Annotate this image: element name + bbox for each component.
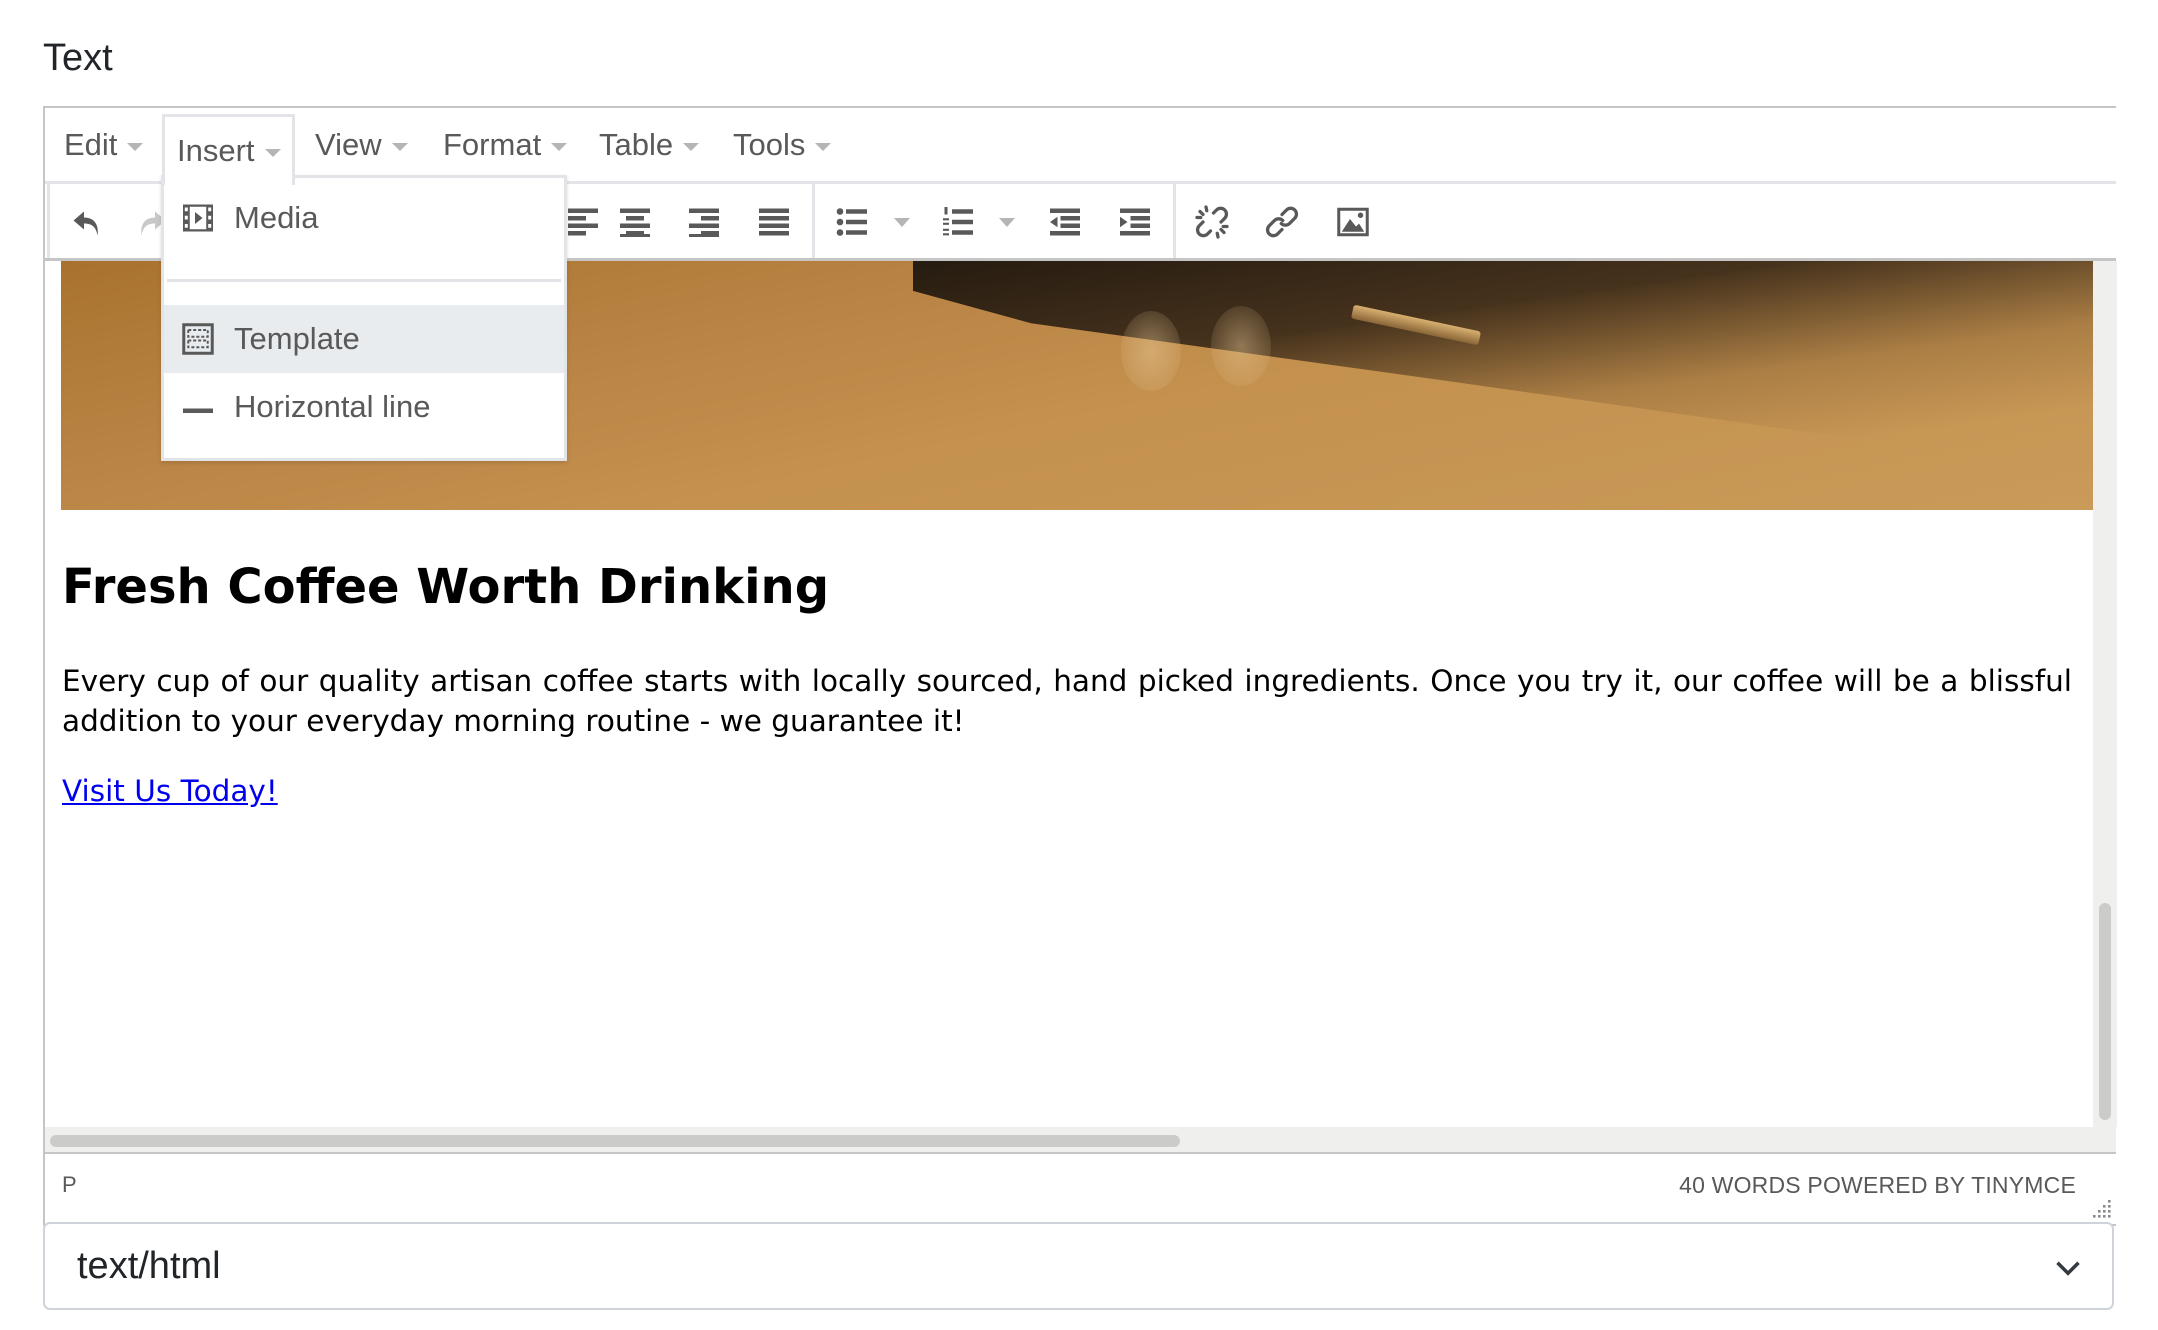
- menu-table[interactable]: Table: [587, 114, 711, 176]
- horizontal-line-icon: [180, 389, 216, 425]
- menu-item-template-label: Template: [234, 321, 360, 356]
- caret-down-icon: [551, 143, 568, 151]
- vertical-scrollbar-thumb[interactable]: [2099, 903, 2111, 1120]
- caret-down-icon: [683, 143, 700, 151]
- bullet-list-dropdown[interactable]: [894, 218, 910, 227]
- align-justify-icon: [759, 208, 789, 236]
- image-icon: [1337, 207, 1369, 237]
- align-right-icon: [689, 208, 719, 237]
- menu-view-label: View: [315, 127, 382, 162]
- menu-format[interactable]: Format: [431, 114, 579, 176]
- toolbar-separator: [812, 184, 815, 258]
- caret-down-icon: [264, 149, 281, 157]
- numbered-list-icon: [943, 207, 973, 236]
- undo-icon: [73, 211, 98, 236]
- menu-view[interactable]: View: [303, 114, 420, 176]
- outdent-button[interactable]: [1045, 202, 1085, 242]
- menu-insert[interactable]: Insert: [162, 114, 295, 185]
- menu-edit-label: Edit: [64, 127, 118, 162]
- media-icon: [180, 200, 216, 236]
- align-left-icon: [568, 208, 598, 236]
- link-icon: [1265, 206, 1299, 238]
- toolbar-separator: [47, 184, 50, 258]
- element-path[interactable]: P: [62, 1172, 77, 1198]
- article-paragraph: Every cup of our quality artisan coffee …: [62, 664, 2072, 738]
- align-center-button[interactable]: [615, 202, 655, 242]
- align-left-button[interactable]: [563, 202, 603, 242]
- image-button[interactable]: [1333, 202, 1373, 242]
- chevron-down-icon: [2056, 1261, 2080, 1276]
- menu-item-template[interactable]: Template: [164, 305, 564, 373]
- menu-item-horizontal-line[interactable]: Horizontal line: [164, 373, 564, 441]
- caret-down-icon: [127, 143, 144, 151]
- visit-us-link[interactable]: Visit Us Today!: [62, 771, 278, 811]
- insert-dropdown-menu: Media Template Horizontal line: [161, 175, 567, 461]
- unlink-button[interactable]: [1192, 202, 1232, 242]
- align-justify-button[interactable]: [754, 202, 794, 242]
- menu-edit[interactable]: Edit: [52, 114, 155, 176]
- caret-down-icon: [391, 143, 408, 151]
- image-shadow-region: [913, 261, 2093, 473]
- text-format-select[interactable]: text/html: [43, 1222, 2114, 1310]
- align-right-button[interactable]: [684, 202, 724, 242]
- numbered-list-dropdown[interactable]: [999, 218, 1015, 227]
- article-heading: Fresh Coffee Worth Drinking: [62, 559, 830, 615]
- text-format-select-value: text/html: [77, 1245, 221, 1287]
- menu-table-label: Table: [599, 127, 674, 162]
- editor-statusbar: P 40 WORDS POWERED BY TINYMCE: [45, 1154, 2116, 1224]
- indent-icon: [1120, 208, 1150, 236]
- menu-item-media[interactable]: Media: [164, 184, 564, 252]
- bullet-list-icon: [836, 208, 867, 236]
- template-icon: [180, 321, 216, 357]
- menu-format-label: Format: [443, 127, 542, 162]
- menu-tools-label: Tools: [733, 127, 806, 162]
- resize-handle-icon[interactable]: [2092, 1200, 2112, 1220]
- undo-button[interactable]: [67, 202, 107, 242]
- caret-down-icon: [815, 143, 832, 151]
- menu-separator: [167, 279, 561, 282]
- horizontal-scrollbar-thumb[interactable]: [50, 1135, 1180, 1147]
- outdent-icon: [1050, 208, 1080, 236]
- toolbar-separator: [1173, 184, 1176, 258]
- field-label: Text: [43, 37, 113, 79]
- menu-tools[interactable]: Tools: [721, 114, 843, 176]
- word-count-powered-by: 40 WORDS POWERED BY TINYMCE: [1679, 1172, 2076, 1198]
- image-highlight: [1211, 306, 1271, 386]
- align-center-icon: [620, 208, 650, 237]
- indent-button[interactable]: [1115, 202, 1155, 242]
- bullet-list-button[interactable]: [832, 202, 872, 242]
- editor-menubar: Edit Insert View Format Table Tools: [45, 108, 2116, 185]
- menu-item-media-label: Media: [234, 200, 319, 235]
- numbered-list-button[interactable]: [938, 202, 978, 242]
- image-highlight: [1121, 311, 1181, 391]
- unlink-icon: [1195, 205, 1229, 239]
- link-button[interactable]: [1262, 202, 1302, 242]
- menu-insert-label: Insert: [177, 133, 255, 168]
- menu-item-horizontal-line-label: Horizontal line: [234, 389, 431, 424]
